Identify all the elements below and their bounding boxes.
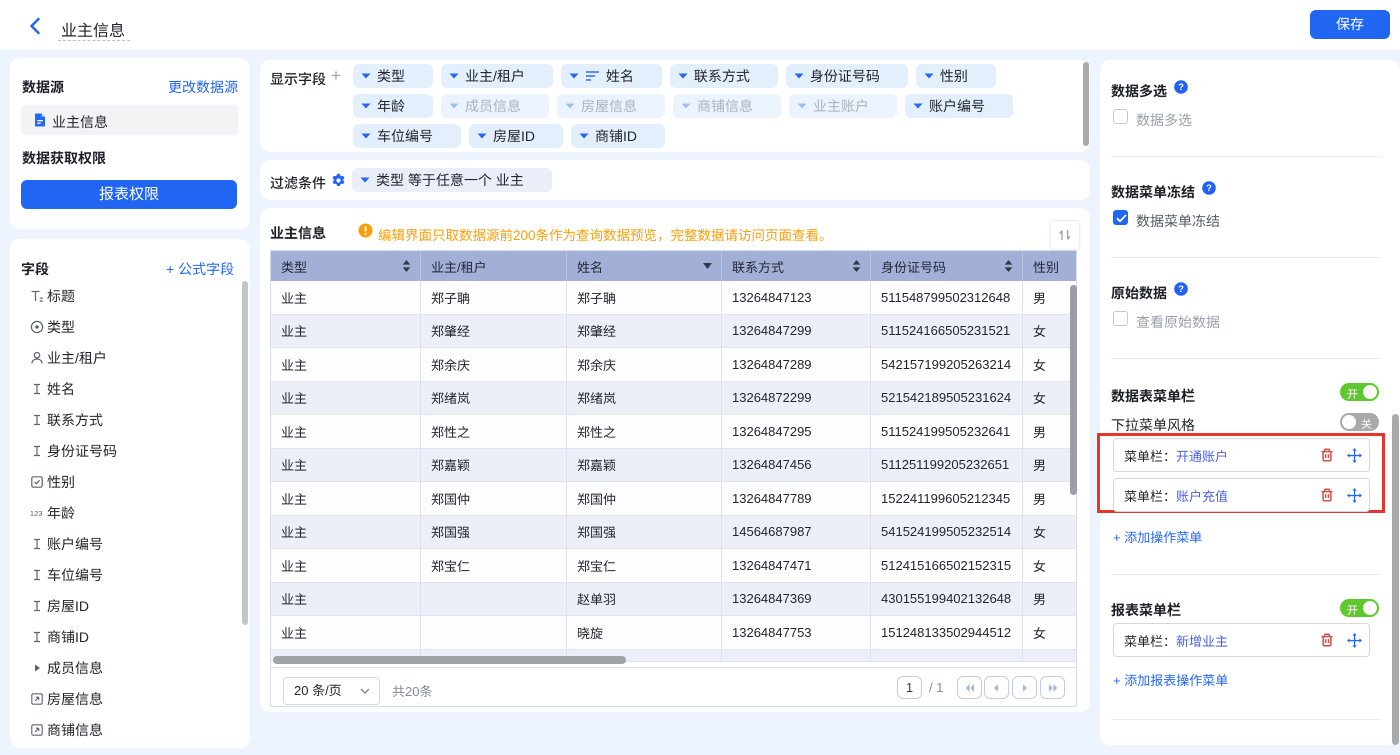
svg-text:?: ? — [1206, 183, 1212, 194]
svg-text:123: 123 — [30, 509, 43, 518]
svg-text:?: ? — [1178, 82, 1184, 93]
svg-text:?: ? — [1178, 284, 1184, 295]
